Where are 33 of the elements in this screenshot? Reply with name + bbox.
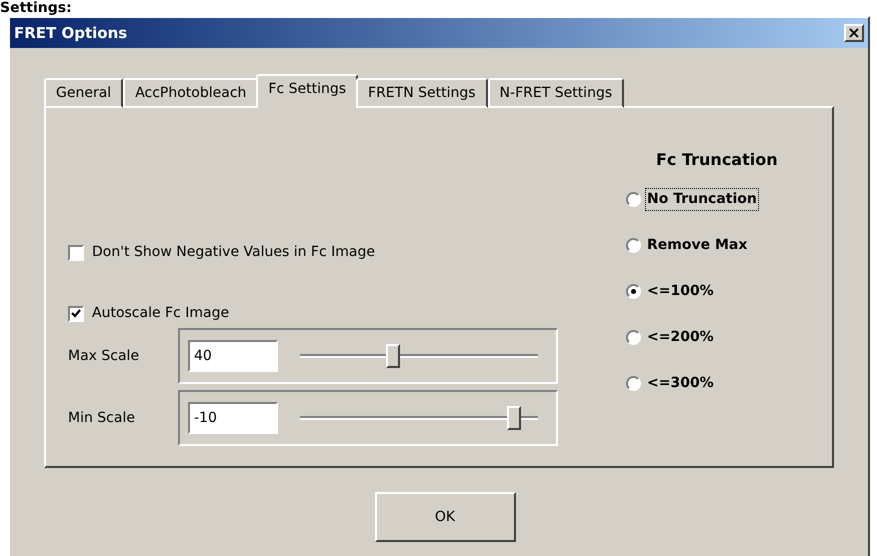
scale-slider[interactable]: [300, 344, 538, 368]
close-button[interactable]: ×: [844, 24, 864, 42]
radio-label: <=300%: [646, 374, 715, 393]
checkbox[interactable]: [68, 306, 84, 322]
window-title: FRET Options: [14, 22, 128, 44]
checkmark-icon: [71, 309, 81, 318]
scale-field[interactable]: 40: [188, 340, 278, 372]
radio-button[interactable]: [626, 238, 641, 253]
ok-button[interactable]: OK: [374, 492, 516, 542]
truncation-title: Fc Truncation: [655, 149, 779, 171]
slider-thumb[interactable]: [386, 344, 400, 368]
tab[interactable]: AccPhotobleach: [123, 78, 258, 108]
radio-label: Remove Max: [646, 236, 748, 255]
tab[interactable]: FRETN Settings: [356, 78, 488, 108]
checkbox-label: Autoscale Fc Image: [92, 304, 230, 323]
scale-label: Max Scale: [68, 346, 140, 366]
slider-thumb[interactable]: [507, 406, 522, 430]
scale-field[interactable]: -10: [188, 402, 278, 434]
radio-button[interactable]: [626, 376, 641, 391]
tab[interactable]: General: [44, 78, 124, 108]
radio-label: No Truncation: [645, 188, 759, 211]
tab[interactable]: N-FRET Settings: [488, 78, 624, 108]
caption: Settings:: [0, 0, 72, 16]
checkbox[interactable]: [68, 244, 84, 260]
radio-label: <=100%: [646, 282, 715, 301]
radio-label: <=200%: [646, 328, 715, 347]
tab[interactable]: Fc Settings: [256, 74, 358, 108]
radio-button[interactable]: [626, 330, 641, 345]
radio-button[interactable]: [626, 192, 641, 207]
scale-label: Min Scale: [68, 408, 136, 428]
scale-slider[interactable]: [300, 406, 538, 430]
radio-button[interactable]: [626, 284, 641, 299]
checkbox-label: Don't Show Negative Values in Fc Image: [92, 243, 375, 262]
